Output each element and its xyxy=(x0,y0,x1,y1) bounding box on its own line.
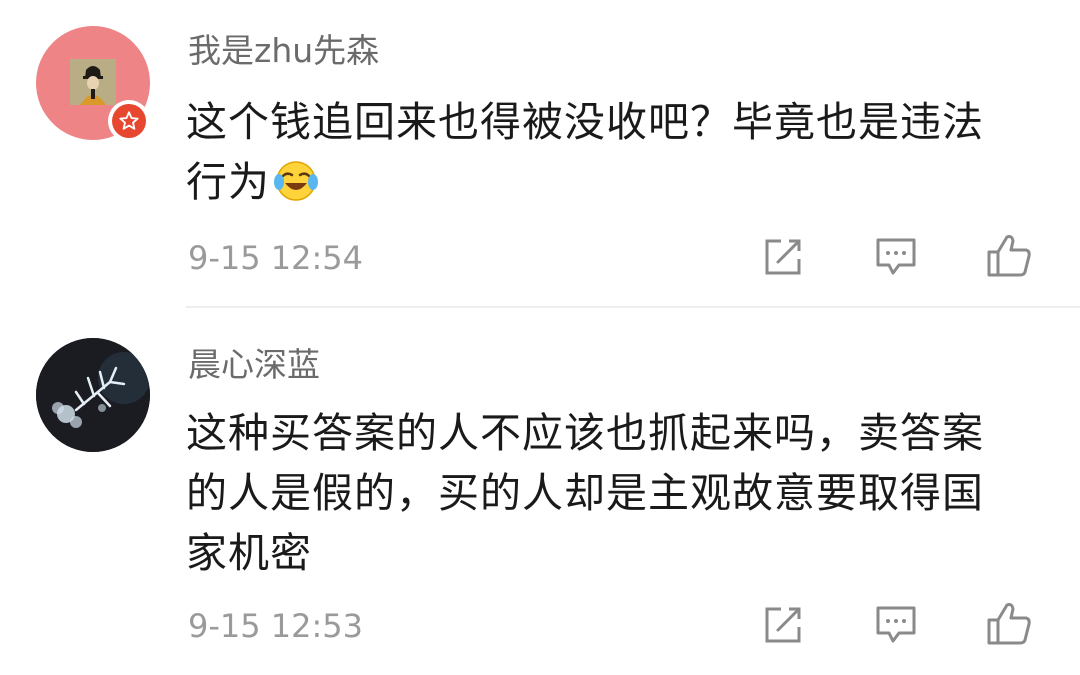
laugh-cry-emoji-icon xyxy=(274,159,318,219)
comment-bubble-icon xyxy=(876,606,916,643)
like-button[interactable] xyxy=(986,232,1032,278)
comment-text-line-wrap: 行为 xyxy=(186,152,1050,219)
timestamp: 9-15 12:54 xyxy=(188,239,364,277)
comment-button[interactable] xyxy=(873,234,919,280)
thumbs-up-icon xyxy=(987,235,1031,277)
star-icon xyxy=(119,111,139,130)
username[interactable]: 晨心深蓝 xyxy=(188,345,320,385)
comment-divider xyxy=(186,306,1080,308)
forward-button[interactable] xyxy=(760,234,806,280)
timestamp: 9-15 12:53 xyxy=(188,607,364,645)
comment-button[interactable] xyxy=(873,602,919,648)
comment-text-line: 家机密 xyxy=(186,529,312,577)
avatar-frost-crystal-icon xyxy=(36,338,150,452)
comment-text-line: 行为 xyxy=(186,158,270,206)
comment-text-line: 的人是假的，买的人却是主观故意要取得国 xyxy=(186,469,984,517)
thumbs-up-icon xyxy=(987,603,1031,645)
comment-text-line: 这个钱追回来也得被没收吧？毕竟也是违法 xyxy=(186,98,984,146)
forward-button[interactable] xyxy=(760,602,806,648)
avatar[interactable] xyxy=(36,338,150,452)
comment-text: 这种买答案的人不应该也抓起来吗，卖答案 的人是假的，买的人却是主观故意要取得国 … xyxy=(186,403,1050,583)
like-button[interactable] xyxy=(986,600,1032,646)
share-edit-icon xyxy=(765,607,801,643)
comment-text-line: 这种买答案的人不应该也抓起来吗，卖答案 xyxy=(186,409,984,457)
verified-badge xyxy=(108,100,150,142)
comment-text: 这个钱追回来也得被没收吧？毕竟也是违法 行为 xyxy=(186,92,1050,219)
username[interactable]: 我是zhu先森 xyxy=(188,31,379,71)
share-edit-icon xyxy=(765,239,801,275)
comment-bubble-icon xyxy=(876,238,916,275)
